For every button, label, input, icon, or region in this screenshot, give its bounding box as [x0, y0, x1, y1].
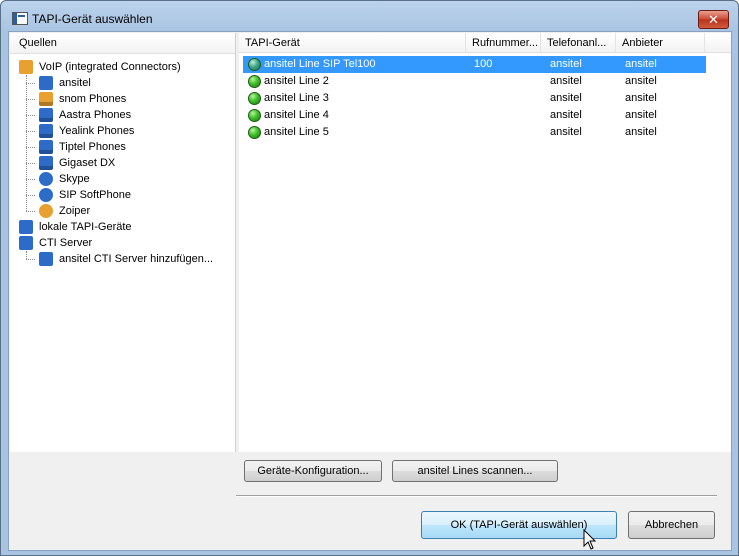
tree-item-label: Gigaset DX [59, 157, 116, 169]
cell-device: ansitel Line SIP Tel100 [264, 58, 376, 70]
cell-provider: ansitel [625, 75, 657, 87]
line-status-icon [248, 58, 261, 71]
line-status-icon [248, 109, 261, 122]
dialog-window: TAPI-Gerät auswählen ✕ Quellen VoIP (int… [0, 0, 739, 556]
tree-connector [26, 163, 35, 164]
cancel-button[interactable]: Abbrechen [628, 511, 715, 539]
column-header-provider[interactable]: Anbieter [616, 33, 705, 53]
column-header-device[interactable]: TAPI-Gerät [239, 33, 466, 53]
phone-icon [39, 124, 53, 138]
footer-separator [236, 495, 717, 497]
table-row[interactable]: ansitel Line 5 ansitel ansitel [243, 124, 706, 141]
tree-connector [26, 195, 35, 196]
tree-item-label: Tiptel Phones [59, 141, 126, 153]
tree-item-label: ansitel [59, 77, 91, 89]
snowflake-icon [39, 76, 53, 90]
close-button[interactable]: ✕ [698, 10, 729, 29]
line-status-icon [248, 126, 261, 139]
device-configuration-button[interactable]: Geräte-Konfiguration... [244, 460, 382, 482]
tree-connector [26, 251, 27, 259]
tree-item-label: snom Phones [59, 93, 127, 105]
tree-connector [26, 115, 35, 116]
tree-item-label: Skype [59, 173, 90, 185]
table-row[interactable]: ansitel Line 2 ansitel ansitel [243, 73, 706, 90]
tree-connector [26, 259, 35, 260]
tree-connector [26, 211, 35, 212]
cell-number: 100 [474, 58, 493, 70]
cell-pbx: ansitel [550, 109, 582, 121]
cell-device: ansitel Line 5 [264, 126, 329, 138]
column-header-filler [705, 33, 731, 53]
column-header-number[interactable]: Rufnummer... [466, 33, 541, 53]
cell-pbx: ansitel [550, 75, 582, 87]
headset-icon [39, 188, 53, 202]
sources-pane: Quellen VoIP (integrated Connectors) ansi… [10, 33, 236, 452]
tree-connector [26, 179, 35, 180]
title-bar[interactable]: TAPI-Gerät auswählen ✕ [1, 1, 738, 31]
tree-item-label: Yealink Phones [59, 125, 135, 137]
cell-pbx: ansitel [550, 58, 582, 70]
app-window-icon [12, 12, 28, 25]
column-header-pbx[interactable]: Telefonanl... [541, 33, 616, 53]
cell-provider: ansitel [625, 109, 657, 121]
tree-connector [26, 75, 27, 211]
cell-provider: ansitel [625, 92, 657, 104]
cell-device: ansitel Line 4 [264, 109, 329, 121]
tree-item-label: SIP SoftPhone [59, 189, 131, 201]
server-icon [19, 236, 33, 250]
cell-device: ansitel Line 2 [264, 75, 329, 87]
tree-item-label: ansitel CTI Server hinzufügen... [59, 253, 214, 265]
mouse-cursor-icon [583, 529, 597, 550]
tree-connector [26, 147, 35, 148]
scan-lines-button[interactable]: ansitel Lines scannen... [392, 460, 558, 482]
line-status-icon [248, 75, 261, 88]
table-row[interactable]: ansitel Line 4 ansitel ansitel [243, 107, 706, 124]
tree-item-label: Aastra Phones [59, 109, 132, 121]
phone-icon [39, 108, 53, 122]
cell-pbx: ansitel [550, 92, 582, 104]
tree-item-label: VoIP (integrated Connectors) [39, 61, 181, 73]
cell-pbx: ansitel [550, 126, 582, 138]
zoiper-icon [39, 204, 53, 218]
tree-connector [26, 83, 35, 84]
tree-connector [26, 99, 35, 100]
cell-provider: ansitel [625, 126, 657, 138]
tapi-device-list[interactable]: TAPI-Gerät Rufnummer... Telefonanl... An… [239, 33, 731, 452]
tree-connector [26, 131, 35, 132]
phone-icon [39, 92, 53, 106]
skype-icon [39, 172, 53, 186]
cell-provider: ansitel [625, 58, 657, 70]
sources-header: Quellen [10, 33, 235, 54]
table-row[interactable]: ansitel Line SIP Tel100 100 ansitel ansitel [243, 56, 706, 73]
phone-icon [39, 156, 53, 170]
folder-icon [19, 60, 33, 74]
cell-device: ansitel Line 3 [264, 92, 329, 104]
dialog-client-area: Quellen VoIP (integrated Connectors) ansi… [8, 31, 732, 551]
tree-item-label: lokale TAPI-Geräte [39, 221, 132, 233]
window-title: TAPI-Gerät auswählen [32, 12, 153, 26]
server-add-icon [39, 252, 53, 266]
tapi-icon [19, 220, 33, 234]
phone-icon [39, 140, 53, 154]
line-status-icon [248, 92, 261, 105]
tree-item-label: Zoiper [59, 205, 91, 217]
table-row[interactable]: ansitel Line 3 ansitel ansitel [243, 90, 706, 107]
tree-item-label: CTI Server [39, 237, 93, 249]
